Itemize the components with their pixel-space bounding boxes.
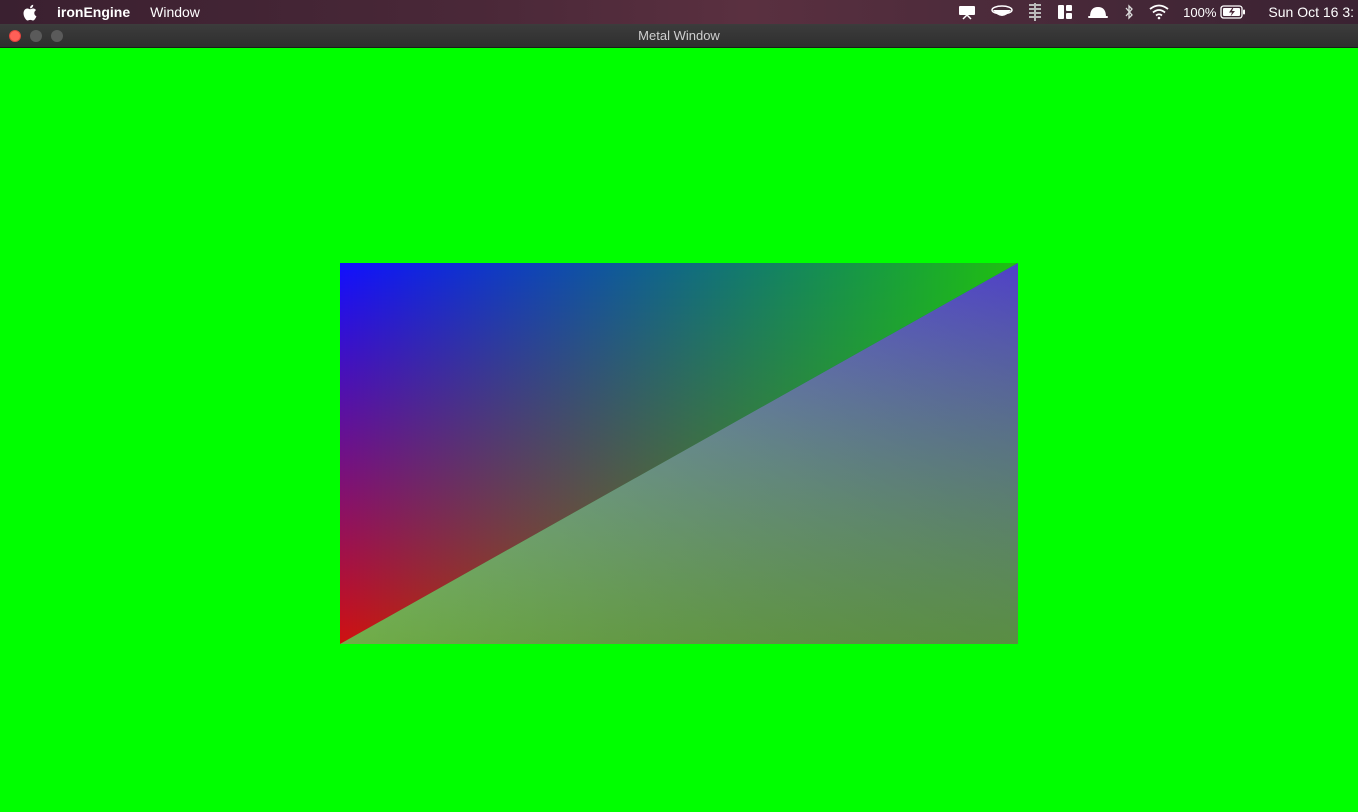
metal-window: Metal Window: [0, 24, 1358, 812]
apple-icon[interactable]: [21, 4, 37, 20]
notification-icon[interactable]: [957, 0, 977, 24]
app-menu-name[interactable]: ironEngine: [57, 4, 130, 20]
window-titlebar[interactable]: Metal Window: [0, 24, 1358, 48]
bluetooth-icon[interactable]: [1123, 0, 1135, 24]
alfred-icon[interactable]: [1087, 0, 1109, 24]
metal-render-view: [0, 48, 1358, 812]
rendered-quad: [340, 263, 1018, 644]
battery-percent: 100%: [1183, 4, 1217, 20]
wifi-icon[interactable]: [1149, 0, 1169, 24]
battery-icon[interactable]: [1220, 0, 1246, 24]
menu-bar: ironEngine Window 100% Sun Oct 16 3:: [0, 0, 1358, 24]
stack-icon[interactable]: [1027, 0, 1043, 24]
layout-icon[interactable]: [1057, 0, 1073, 24]
cloud-drive-icon[interactable]: [991, 0, 1013, 24]
window-title: Metal Window: [638, 28, 720, 43]
status-area: 100% Sun Oct 16 3:: [943, 0, 1358, 24]
menubar-clock[interactable]: Sun Oct 16 3:: [1268, 4, 1354, 20]
menu-window[interactable]: Window: [150, 4, 200, 20]
